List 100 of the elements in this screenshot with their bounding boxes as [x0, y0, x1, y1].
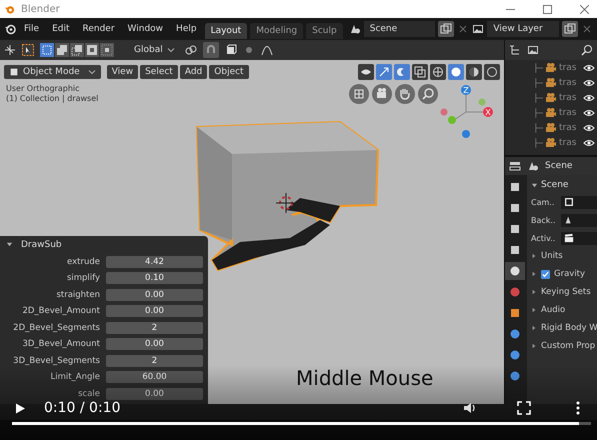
- outliner-item[interactable]: tras: [559, 92, 581, 102]
- orientation-dropdown[interactable]: Global: [130, 45, 179, 55]
- copy-icon[interactable]: [438, 21, 454, 37]
- wireframe-shading-icon[interactable]: [430, 64, 446, 80]
- number-field[interactable]: 4.42: [106, 256, 203, 268]
- id-field[interactable]: [561, 196, 597, 208]
- difference-mode-icon[interactable]: [85, 43, 99, 57]
- number-field[interactable]: 2: [106, 354, 203, 367]
- close-icon[interactable]: [580, 4, 589, 14]
- tree-line: [535, 122, 543, 134]
- workspace-tab[interactable]: Layout: [204, 23, 248, 39]
- select-mode-icon[interactable]: [40, 43, 54, 57]
- triangle-icon[interactable]: [531, 182, 538, 188]
- scene-field[interactable]: Scene: [364, 21, 436, 37]
- clapper-icon: [564, 233, 574, 243]
- panel-title[interactable]: Scene: [541, 180, 568, 190]
- outliner-item[interactable]: tras: [559, 62, 581, 72]
- magnet-icon[interactable]: [202, 42, 219, 58]
- axis-gizmo[interactable]: Z X: [438, 84, 494, 140]
- search-icon[interactable]: [581, 44, 593, 56]
- rendered-shading-icon[interactable]: [484, 64, 500, 80]
- window-title: Blender: [21, 4, 60, 14]
- outliner-item[interactable]: tras: [559, 78, 581, 88]
- zoom-icon[interactable]: [418, 84, 438, 104]
- mode-dropdown[interactable]: Object Mode: [4, 64, 101, 78]
- maximize-icon[interactable]: [543, 4, 552, 14]
- field-label: 3D_Bevel_Amount: [21, 339, 101, 350]
- triangle-icon[interactable]: [531, 343, 537, 349]
- editor-type-icon[interactable]: [509, 160, 521, 172]
- triangle-icon[interactable]: [531, 253, 537, 259]
- panel-title: DrawSub: [21, 240, 62, 250]
- intersect-mode-icon[interactable]: [100, 43, 114, 57]
- section-header[interactable]: Audio: [541, 305, 566, 315]
- display-mode-icon[interactable]: [509, 44, 521, 56]
- header-menu-button[interactable]: View: [106, 64, 138, 78]
- id-field[interactable]: [561, 232, 597, 244]
- frame-icon: [564, 197, 574, 207]
- number-field[interactable]: 0.10: [106, 272, 203, 284]
- workspace-tab[interactable]: Sculp: [306, 23, 343, 39]
- menu-item[interactable]: Edit: [47, 24, 74, 34]
- visibility-icon[interactable]: [358, 64, 374, 80]
- section-header[interactable]: Custom Prop: [541, 341, 596, 351]
- triangle-icon[interactable]: [531, 289, 537, 295]
- tree-line: [535, 62, 543, 74]
- checkbox[interactable]: [541, 270, 550, 278]
- fullscreen-icon[interactable]: [517, 401, 531, 415]
- field-label: Cam..: [531, 198, 556, 206]
- tree-line: [535, 106, 543, 118]
- solid-shading-icon[interactable]: [448, 64, 464, 80]
- hand-icon[interactable]: [395, 84, 415, 104]
- menu-item[interactable]: Window: [122, 24, 168, 34]
- overlay-icon[interactable]: [394, 64, 410, 80]
- copy-icon[interactable]: [562, 21, 578, 37]
- close-icon[interactable]: [580, 23, 593, 35]
- properties-tab[interactable]: [505, 262, 525, 280]
- transform-icon[interactable]: [4, 44, 16, 56]
- material-shading-icon[interactable]: [466, 64, 482, 80]
- triangle-icon[interactable]: [6, 241, 13, 248]
- falloff-curve-icon[interactable]: [260, 44, 273, 56]
- header-menu-button[interactable]: Add: [180, 64, 208, 78]
- section-header[interactable]: Keying Sets: [541, 287, 591, 297]
- pivot-icon[interactable]: [184, 44, 197, 56]
- field-label: extrude: [66, 256, 101, 267]
- square-icon: [509, 307, 521, 319]
- number-field[interactable]: 60.00: [106, 371, 203, 384]
- gizmo-icon[interactable]: [376, 64, 392, 80]
- menu-item[interactable]: Render: [78, 24, 120, 34]
- subtract-mode-icon[interactable]: [70, 43, 84, 57]
- grid-icon[interactable]: [349, 84, 369, 104]
- filter-icon[interactable]: [527, 44, 539, 56]
- number-field[interactable]: 0.00: [106, 338, 203, 350]
- xray-icon[interactable]: [412, 64, 428, 80]
- id-field[interactable]: [561, 214, 597, 226]
- triangle-icon[interactable]: [531, 271, 537, 277]
- header-menu-button[interactable]: Object: [209, 64, 249, 78]
- view-layer-field[interactable]: View Layer: [487, 21, 559, 37]
- extend-mode-icon[interactable]: [55, 43, 69, 57]
- outliner-item[interactable]: tras: [559, 108, 581, 118]
- play-icon[interactable]: [14, 402, 26, 414]
- header-menu-button[interactable]: Select: [140, 64, 178, 78]
- select-tool-icon[interactable]: [22, 44, 34, 56]
- field-label: scale: [77, 388, 101, 399]
- number-field[interactable]: 0.00: [106, 288, 203, 301]
- blender-logo-icon[interactable]: [4, 23, 16, 35]
- volume-icon[interactable]: [463, 401, 477, 415]
- number-field[interactable]: 2: [106, 322, 203, 334]
- caret-icon: [88, 68, 96, 76]
- number-field[interactable]: 0.00: [106, 388, 203, 400]
- outliner-item[interactable]: tras: [559, 122, 581, 132]
- menu-item[interactable]: Help: [171, 24, 202, 34]
- section-header[interactable]: Gravity: [554, 269, 586, 279]
- cube-icon[interactable]: [224, 44, 237, 56]
- field-label: 3D_Bevel_Segments: [12, 356, 101, 366]
- workspace-tab[interactable]: Modeling: [250, 23, 304, 39]
- triangle-icon[interactable]: [531, 325, 537, 331]
- section-header[interactable]: Units: [541, 251, 563, 261]
- menu-item[interactable]: File: [19, 24, 44, 34]
- number-field[interactable]: 0.00: [106, 305, 203, 318]
- triangle-icon[interactable]: [531, 307, 537, 313]
- outliner-item[interactable]: tras: [559, 138, 581, 148]
